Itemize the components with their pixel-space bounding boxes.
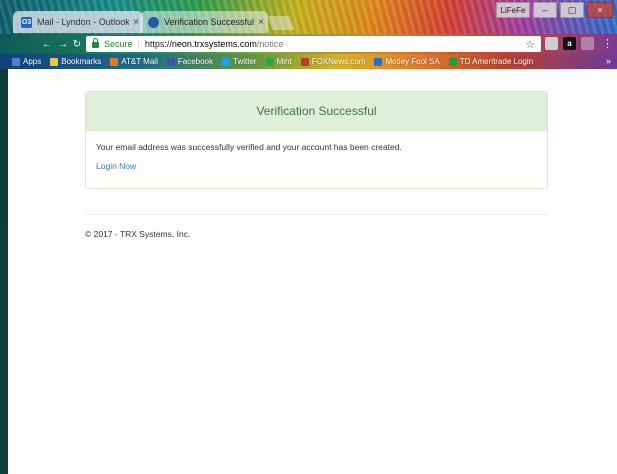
menu-icon[interactable]: ⋮ [602, 37, 613, 50]
close-icon[interactable]: × [587, 2, 613, 18]
tab-verification[interactable]: Verification Successful × [140, 11, 268, 33]
minimize-icon[interactable]: – [533, 2, 557, 18]
bookmark-apps[interactable]: Apps [12, 57, 41, 66]
bookmark-label: Twitter [233, 57, 257, 66]
extension-shield-icon[interactable] [545, 37, 558, 50]
window-edge [0, 69, 8, 474]
bookmark-star-icon[interactable]: ☆ [525, 38, 535, 51]
folder-icon [50, 57, 59, 66]
bookmark-label: Apps [23, 57, 42, 66]
bookmark-label: AT&T Mail [121, 57, 158, 66]
outlook-icon: O3 [21, 16, 32, 28]
bookmark-facebook[interactable]: Facebook [166, 57, 213, 66]
facebook-icon [166, 57, 175, 66]
success-message: Your email address was successfully veri… [96, 142, 402, 152]
reload-icon[interactable]: ↻ [70, 37, 84, 51]
more-bookmarks-icon[interactable]: » [606, 56, 611, 66]
bookmark-folder[interactable]: Bookmarks [50, 57, 101, 66]
lock-icon [92, 38, 99, 48]
separator: | [137, 39, 140, 49]
secure-label: Secure [104, 39, 133, 49]
twitter-icon [222, 57, 230, 66]
bookmark-twitter[interactable]: Twitter [222, 57, 257, 66]
bookmark-att-mail[interactable]: AT&T Mail [110, 57, 158, 66]
url-host: neon.trxsystems.com [171, 39, 257, 49]
bookmark-label: Bookmarks [61, 57, 102, 66]
new-tab-button[interactable] [267, 16, 295, 30]
url-scheme: https:// [144, 39, 172, 49]
bookmark-label: Facebook [177, 57, 213, 66]
panel-title: Verification Successful [86, 92, 547, 131]
mint-icon [265, 57, 274, 66]
td-ameritrade-icon [448, 57, 457, 66]
bookmark-td-ameritrade[interactable]: TD Ameritrade Login [448, 57, 534, 66]
title-bar: O3 Mail - Lyndon - Outlook × Verificatio… [0, 0, 617, 34]
footer-copyright: © 2017 - TRX Systems, Inc. [85, 229, 191, 239]
toolbar: ← → ↻ Secure | https://neon.trxsystems.c… [0, 34, 617, 54]
panel-body: Your email address was successfully veri… [86, 131, 547, 184]
profile-button[interactable]: LiFeFe [496, 2, 530, 18]
bookmark-label: Mint [276, 57, 292, 66]
apps-icon [12, 57, 20, 66]
bookmark-label: Motley Fool SA [385, 57, 440, 66]
foxnews-icon [300, 57, 309, 66]
bookmark-label: TD Ameritrade Login [459, 57, 534, 66]
address-bar[interactable]: Secure | https://neon.trxsystems.com/not… [86, 36, 541, 52]
divider [85, 214, 548, 215]
att-icon [110, 57, 119, 66]
url-text: https://neon.trxsystems.com/notice [145, 39, 284, 49]
login-now-link[interactable]: Login Now [96, 161, 136, 171]
page-content: Verification Successful Your email addre… [8, 69, 617, 474]
bookmark-motley-fool[interactable]: Motley Fool SA [374, 57, 440, 66]
bookmark-mint[interactable]: Mint [265, 57, 292, 66]
site-favicon-icon [148, 16, 159, 28]
tab-close-icon[interactable]: × [254, 17, 268, 28]
bookmark-foxnews[interactable]: FOXNews.com [300, 57, 366, 66]
browser-window: O3 Mail - Lyndon - Outlook × Verificatio… [0, 0, 617, 474]
back-icon[interactable]: ← [40, 37, 54, 51]
tab-label: Mail - Lyndon - Outlook [37, 17, 129, 27]
forward-icon[interactable]: → [56, 37, 70, 51]
bookmarks-bar: Apps Bookmarks AT&T Mail Facebook Twitte… [0, 54, 617, 69]
url-path: /notice [256, 39, 284, 49]
tab-outlook[interactable]: O3 Mail - Lyndon - Outlook × [13, 11, 143, 33]
tab-label: Verification Successful [164, 17, 254, 27]
extension-icon[interactable] [581, 37, 594, 50]
motley-fool-icon [374, 57, 383, 66]
window-controls: LiFeFe – ▢ × [496, 2, 613, 18]
amazon-extension-icon[interactable]: a [563, 37, 576, 50]
maximize-icon[interactable]: ▢ [560, 2, 584, 18]
bookmark-label: FOXNews.com [311, 57, 366, 66]
verification-panel: Verification Successful Your email addre… [85, 91, 548, 189]
